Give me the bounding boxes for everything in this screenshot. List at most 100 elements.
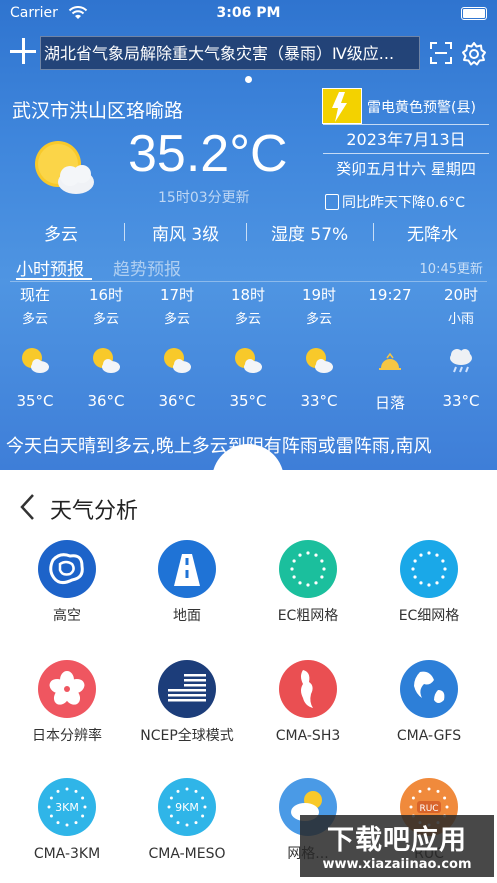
hour-condition: 小雨 xyxy=(447,312,474,327)
svg-text:9KM: 9KM xyxy=(175,801,199,814)
warning-label[interactable]: 雷电黄色预警(县) xyxy=(367,97,476,117)
hour-temperature: 日落 xyxy=(374,394,405,412)
battery-icon xyxy=(461,7,487,20)
hour-condition xyxy=(355,312,425,340)
analysis-item-label: CMA-3KM xyxy=(33,846,101,862)
hourly-item: 现在多云 35°C xyxy=(0,284,70,410)
hour-temperature: 35°C xyxy=(229,392,267,410)
analysis-item-label: EC粗网格 xyxy=(277,608,339,624)
tab-hourly[interactable]: 小时预报 xyxy=(16,255,84,280)
analysis-item-label: NCEP全球模式 xyxy=(140,728,234,744)
divider xyxy=(246,223,247,241)
page-indicator-dot xyxy=(245,76,252,83)
shanghai-map-icon[interactable] xyxy=(279,660,337,718)
analysis-item-label: 高空 xyxy=(53,608,81,624)
current-temperature: 35.2°C xyxy=(128,125,288,183)
us-flag-icon[interactable] xyxy=(158,660,216,718)
3km-badge-icon[interactable]: 3KM xyxy=(38,778,96,836)
hour-temperature: 36°C xyxy=(87,392,125,410)
upper-air-icon[interactable] xyxy=(38,540,96,598)
analysis-item-label: CMA-GFS xyxy=(396,728,462,744)
metrics-row: 多云 南风 3级 湿度 57% 无降水 xyxy=(0,220,497,245)
hour-temperature: 33°C xyxy=(442,392,480,410)
analysis-item[interactable]: EC细网格 xyxy=(369,540,489,625)
analysis-item[interactable]: 3KM CMA-3KM xyxy=(7,778,127,863)
hour-condition: 多云 xyxy=(92,312,119,327)
hour-label: 现在 xyxy=(19,286,50,304)
analysis-item-label: 日本分辨率 xyxy=(32,728,102,744)
tab-hourly-underline xyxy=(16,278,92,280)
partly-cloudy-icon xyxy=(284,340,354,392)
road-icon[interactable] xyxy=(158,540,216,598)
back-arrow-icon[interactable] xyxy=(18,492,36,522)
analysis-item[interactable]: CMA-SH3 xyxy=(248,660,368,745)
watermark: 下载吧应用 www.xiazaiinao.com xyxy=(300,815,494,877)
hour-temperature: 36°C xyxy=(158,392,196,410)
hourly-item: 16时多云 36°C xyxy=(71,284,141,410)
watermark-url: www.xiazaiinao.com xyxy=(322,857,472,872)
partly-cloudy-icon xyxy=(0,340,70,392)
forecast-ticker: 今天白天晴到多云,晚上多云到阴有阵雨或雷阵雨,南风 xyxy=(6,436,432,457)
hour-temperature: 33°C xyxy=(300,392,338,410)
humidity-label: 湿度 57% xyxy=(271,225,349,245)
hourly-item: 20时小雨 33°C xyxy=(426,284,496,410)
hourly-item: 18时多云 35°C xyxy=(213,284,283,410)
status-bar: Carrier 3:06 PM xyxy=(10,4,487,24)
forecast-update-time: 10:45更新 xyxy=(419,262,483,277)
tab-trend[interactable]: 趋势预报 xyxy=(113,255,181,280)
hourly-item: 17时多云 36°C xyxy=(142,284,212,410)
ec-coarse-icon[interactable] xyxy=(279,540,337,598)
hour-label: 16时 xyxy=(88,286,124,304)
divider xyxy=(10,281,487,282)
analysis-item[interactable]: EC粗网格 xyxy=(248,540,368,625)
analysis-item[interactable]: 高空 xyxy=(7,540,127,625)
hour-temperature: 35°C xyxy=(16,392,54,410)
settings-gear-icon[interactable] xyxy=(461,41,487,67)
hour-label: 19:27 xyxy=(368,286,412,304)
partly-cloudy-icon xyxy=(71,340,141,392)
document-icon xyxy=(325,194,339,210)
hourly-item: 19:27 日落 xyxy=(355,284,425,413)
precip-label: 无降水 xyxy=(407,225,458,245)
analysis-item[interactable]: CMA-GFS xyxy=(369,660,489,745)
hour-label: 18时 xyxy=(230,286,266,304)
hourly-item: 19时多云 33°C xyxy=(284,284,354,410)
section-title: 天气分析 xyxy=(50,499,139,524)
scan-icon[interactable] xyxy=(430,42,452,64)
hour-label: 17时 xyxy=(159,286,195,304)
hour-condition: 多云 xyxy=(305,312,332,327)
lunar-date: 癸卯五月廿六 星期四 xyxy=(336,160,476,178)
hour-label: 20时 xyxy=(443,286,479,304)
divider xyxy=(124,223,125,241)
update-time: 15时03分更新 xyxy=(158,190,250,206)
svg-text:3KM: 3KM xyxy=(55,801,79,814)
analysis-item-label: CMA-MESO xyxy=(148,846,226,862)
partly-cloudy-icon xyxy=(213,340,283,392)
analysis-item[interactable]: 日本分辨率 xyxy=(7,660,127,745)
hour-condition: 多云 xyxy=(21,312,48,327)
analysis-item[interactable]: 9KM CMA-MESO xyxy=(127,778,247,863)
add-city-button[interactable] xyxy=(10,38,36,64)
ec-fine-icon[interactable] xyxy=(400,540,458,598)
hour-condition: 多云 xyxy=(234,312,261,327)
light-rain-icon xyxy=(426,340,496,392)
current-date: 2023年7月13日 xyxy=(323,124,489,154)
analysis-item[interactable]: NCEP全球模式 xyxy=(127,660,247,745)
analysis-item[interactable]: 地面 xyxy=(127,540,247,625)
partly-cloudy-icon xyxy=(142,340,212,392)
watermark-text: 下载吧应用 xyxy=(327,825,467,856)
japan-flower-icon[interactable] xyxy=(38,660,96,718)
globe-icon[interactable] xyxy=(400,660,458,718)
analysis-item-label: EC细网格 xyxy=(398,608,460,624)
partly-cloudy-large-icon xyxy=(35,141,94,194)
hour-condition: 多云 xyxy=(163,312,190,327)
9km-badge-icon[interactable]: 9KM xyxy=(158,778,216,836)
location-name[interactable]: 武汉市洪山区珞喻路 xyxy=(12,96,183,123)
analysis-item-label: 地面 xyxy=(173,608,201,624)
lightning-warning-icon[interactable] xyxy=(322,88,362,124)
alert-marquee[interactable]: 湖北省气象局解除重大气象灾害（暴雨）Ⅳ级应... xyxy=(40,36,420,70)
hour-label: 19时 xyxy=(301,286,337,304)
clock: 3:06 PM xyxy=(216,5,281,21)
weather-header-panel: Carrier 3:06 PM 湖北省气象局解除重大气象灾害（暴雨）Ⅳ级应...… xyxy=(0,0,497,470)
temperature-compare: 同比昨天下降0.6°C xyxy=(325,192,465,212)
